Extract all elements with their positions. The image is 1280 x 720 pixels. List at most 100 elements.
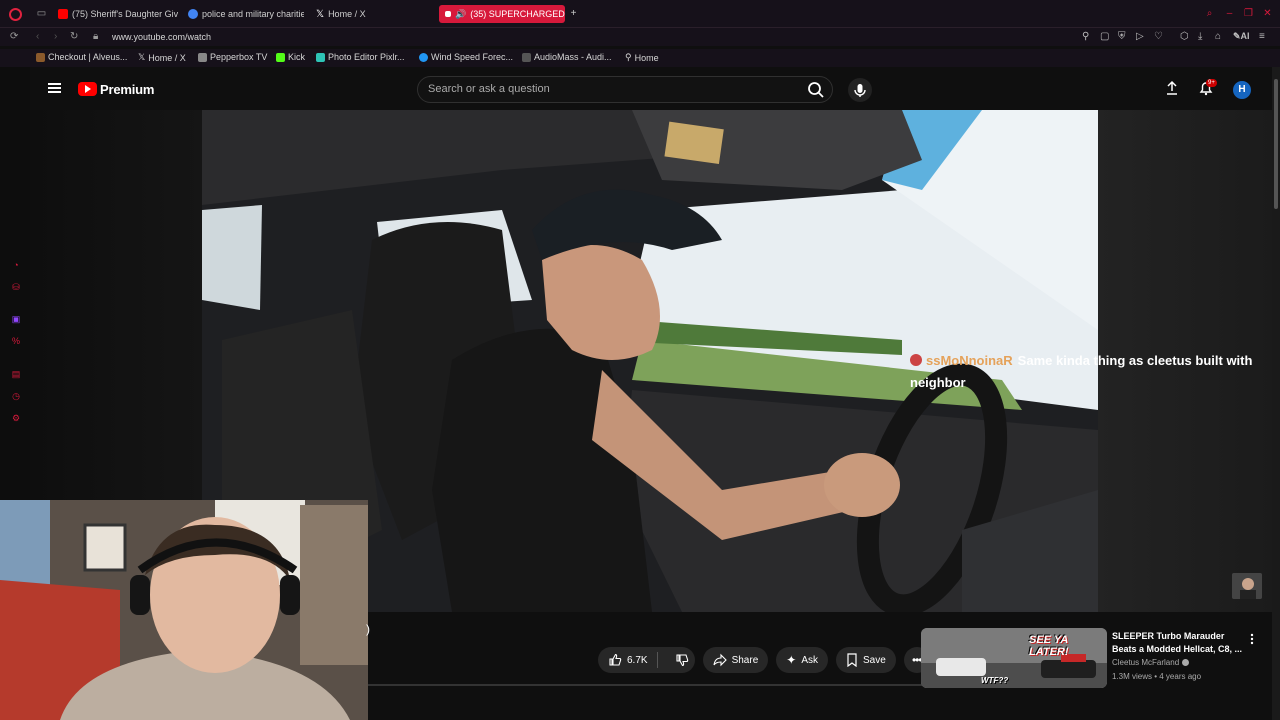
webcam-illustration: [0, 500, 368, 720]
recommended-video[interactable]: SEE YA LATER! WTF?? SLEEPER Turbo Maraud…: [921, 628, 1256, 690]
crypto-wallet-icon[interactable]: ⛁: [11, 282, 21, 292]
history-clock-icon[interactable]: ◷: [11, 391, 21, 401]
bookmark-icon: [847, 653, 857, 667]
thumbs-up-icon: [609, 653, 622, 666]
play-icon[interactable]: ▷: [1136, 31, 1144, 42]
save-button[interactable]: Save: [836, 647, 896, 673]
recommended-title[interactable]: SLEEPER Turbo Marauder Beats a Modded He…: [1112, 630, 1247, 656]
video-actions: 6.7K Share ✦ Ask Save •••: [598, 647, 930, 673]
chat-emote-icon: [910, 354, 922, 366]
chat-username: ssMoNnoinaR: [926, 353, 1013, 368]
bookmark-pepperbox-tv[interactable]: Pepperbox TV: [198, 52, 267, 62]
tab-police-charities[interactable]: police and military charitie: [188, 5, 304, 23]
channel-name: Cleetus McFarland: [1112, 658, 1180, 667]
close-window-icon[interactable]: ✕: [1262, 8, 1273, 19]
twitch-icon[interactable]: ▣: [11, 314, 21, 324]
bookmark-kick[interactable]: Kick: [276, 52, 305, 62]
chat-overlay-message: ssMoNnoinaR Same kinda thing as cleetus b…: [910, 350, 1270, 394]
recommended-more-icon[interactable]: [1249, 632, 1255, 645]
sidebar-toggle-icon[interactable]: ⟳: [10, 31, 18, 42]
search-icon[interactable]: [806, 80, 826, 100]
save-label: Save: [863, 654, 886, 666]
address-bar-row: ⟳ ‹ › ↻ 🔒︎ www.youtube.com/watch ⚲ ▢ ⛨ ▷…: [0, 28, 1280, 46]
extensions-icon[interactable]: ⬡: [1180, 31, 1189, 42]
audiomass-favicon-icon: [522, 52, 531, 62]
youtube-premium-brand[interactable]: Premium: [100, 82, 154, 97]
scrollbar-thumb[interactable]: [1274, 79, 1278, 209]
menu-icon[interactable]: ≡: [1259, 31, 1265, 42]
bookmark-audiomass[interactable]: AudioMass - Audi...: [522, 52, 612, 62]
description-divider: [368, 684, 922, 686]
youtube-favicon-icon: [58, 9, 68, 19]
snapshot-icon[interactable]: ▢: [1100, 31, 1109, 42]
speaker-icon: 🔊: [455, 8, 467, 19]
minimize-icon[interactable]: –: [1224, 8, 1235, 19]
youtube-header: Premium 9+ H: [30, 67, 1272, 110]
wind-favicon-icon: [419, 52, 428, 62]
pepperbox-favicon-icon: [198, 52, 207, 62]
search-tabs-icon[interactable]: ⌕: [1204, 8, 1215, 19]
bookmarks-panel-icon[interactable]: ▤: [11, 369, 21, 379]
like-divider: [656, 652, 658, 668]
recommended-channel[interactable]: Cleetus McFarland: [1112, 658, 1190, 667]
mini-preview-thumbnail: [1232, 573, 1262, 599]
forward-arrow-icon[interactable]: ›: [54, 31, 57, 42]
x-favicon-icon: 𝕏: [316, 8, 325, 20]
back-arrow-icon[interactable]: ‹: [36, 31, 39, 42]
percent-icon[interactable]: %: [11, 336, 21, 346]
aria-icon[interactable]: ◔: [11, 260, 21, 270]
youtube-favicon-icon: [445, 11, 451, 17]
share-button[interactable]: Share: [702, 647, 769, 673]
bookmarks-bar: Checkout | Alveus... 𝕏 Home / X Pepperbo…: [0, 49, 1280, 67]
camera-icon[interactable]: ⌂: [1215, 31, 1221, 42]
bookmark-label: Home: [634, 52, 659, 63]
page-scrollbar[interactable]: [1272, 67, 1280, 720]
shield-icon[interactable]: ⛨: [1118, 31, 1126, 42]
video-title-fragment: ): [366, 622, 370, 636]
bookmark-label: Kick: [288, 52, 306, 62]
bookmark-home[interactable]: ⚲ Home: [625, 52, 659, 63]
tab-label: (75) Sheriff's Daughter Giv: [72, 9, 179, 19]
thumbnail-caption-bottom: WTF??: [981, 676, 1009, 685]
new-tab-plus-icon[interactable]: +: [568, 8, 579, 19]
search-box[interactable]: [417, 76, 833, 103]
streamer-webcam: [0, 500, 368, 720]
bookmark-label: Wind Speed Forec...: [431, 52, 514, 62]
bookmark-home-x[interactable]: 𝕏 Home / X: [138, 52, 186, 63]
download-icon[interactable]: ⤓: [1198, 31, 1202, 42]
lock-icon: 🔒︎: [93, 31, 99, 42]
tab-sheriff-video[interactable]: (75) Sheriff's Daughter Giv: [58, 5, 180, 23]
sparkle-icon: ✦: [786, 653, 797, 667]
youtube-logo-icon[interactable]: [78, 82, 97, 96]
settings-gear-icon[interactable]: ⚙: [11, 413, 21, 423]
pin-icon[interactable]: ⚲: [1082, 31, 1089, 42]
google-favicon-icon: [188, 9, 198, 19]
microphone-icon[interactable]: [848, 78, 872, 102]
ask-button[interactable]: ✦ Ask: [776, 647, 828, 673]
account-avatar[interactable]: H: [1233, 81, 1251, 99]
opera-menu-icon[interactable]: [9, 8, 22, 21]
maximize-icon[interactable]: ❐: [1243, 8, 1254, 19]
tab-label: (35) SUPERCHARGED: [470, 9, 565, 19]
url-field[interactable]: www.youtube.com/watch: [112, 32, 211, 42]
search-input[interactable]: [428, 83, 788, 95]
heart-icon[interactable]: ♡: [1154, 31, 1163, 42]
thumbs-down-icon: [676, 654, 688, 667]
tab-supercharged[interactable]: 🔊 (35) SUPERCHARGED: [439, 5, 565, 23]
bookmark-checkout-alveus[interactable]: Checkout | Alveus...: [36, 52, 127, 62]
tab-home-x[interactable]: 𝕏 Home / X: [316, 5, 426, 23]
tab-workspaces-icon[interactable]: ▭: [36, 8, 47, 19]
like-count: 6.7K: [627, 654, 648, 666]
dislike-button[interactable]: [669, 653, 695, 667]
ask-label: Ask: [801, 654, 818, 666]
upload-icon[interactable]: [1164, 80, 1180, 96]
guide-menu-icon[interactable]: [48, 83, 61, 93]
recommended-thumbnail[interactable]: SEE YA LATER! WTF??: [921, 628, 1107, 688]
ai-button[interactable]: ✎AI: [1233, 31, 1250, 42]
bookmark-wind-speed[interactable]: Wind Speed Forec...: [419, 52, 513, 62]
bookmark-label: Photo Editor Pixlr...: [328, 52, 405, 62]
bookmark-pixlr[interactable]: Photo Editor Pixlr...: [316, 52, 405, 62]
reload-icon[interactable]: ↻: [70, 31, 78, 42]
like-button[interactable]: 6.7K: [598, 647, 695, 673]
location-pin-icon: ⚲: [625, 52, 632, 62]
